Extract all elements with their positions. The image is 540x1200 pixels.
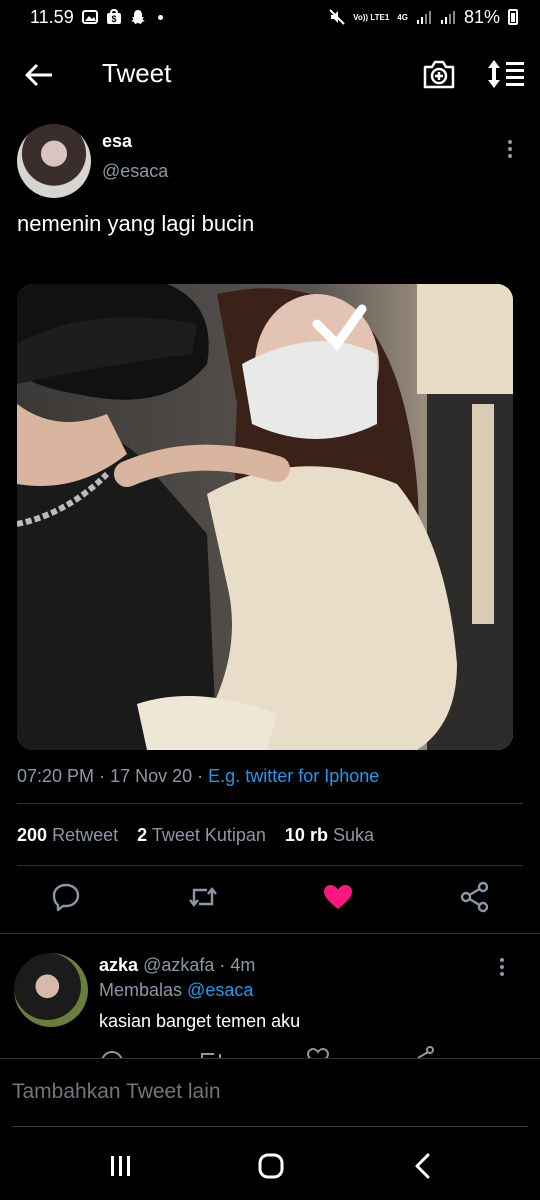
replying-mention-link[interactable]: @esaca bbox=[187, 980, 253, 1000]
battery-icon bbox=[508, 9, 518, 25]
status-time: 11.59 bbox=[30, 6, 74, 27]
reply-actions bbox=[0, 1046, 540, 1058]
network-type: 4G bbox=[397, 12, 408, 22]
quotes-count: 2 bbox=[137, 825, 148, 845]
camera-plus-icon[interactable] bbox=[422, 58, 456, 90]
reply-icon[interactable] bbox=[49, 880, 83, 914]
reply-time: · 4m bbox=[219, 955, 256, 975]
signal-icon bbox=[416, 11, 431, 24]
status-bar: 11.59 $ Vo)) LTE1 4G 81% bbox=[0, 0, 540, 34]
retweets-label: Retweet bbox=[52, 825, 119, 845]
likes-count: 10 rb bbox=[284, 825, 328, 845]
retweet-icon[interactable] bbox=[186, 880, 220, 914]
tweet-client-link[interactable]: E.g. twitter for Iphone bbox=[208, 766, 379, 786]
replying-to-line: Membalas @esaca bbox=[99, 980, 253, 1001]
likes-label: Suka bbox=[332, 825, 374, 845]
tweet-text: nemenin yang lagi bucin bbox=[17, 211, 255, 236]
system-nav-bar bbox=[0, 1128, 540, 1200]
author-handle[interactable]: @esaca bbox=[102, 161, 168, 182]
likes-stat[interactable]: 10 rb Suka bbox=[285, 825, 374, 845]
recent-apps-icon[interactable] bbox=[104, 1152, 138, 1180]
quotes-stat[interactable]: 2 Tweet Kutipan bbox=[137, 825, 266, 845]
gallery-notification-icon bbox=[81, 10, 98, 24]
status-left: 11.59 $ bbox=[30, 7, 163, 28]
divider bbox=[17, 865, 523, 866]
reply-more-options-icon[interactable] bbox=[492, 956, 512, 980]
share-icon[interactable] bbox=[458, 880, 492, 914]
tweet-actions bbox=[0, 880, 540, 920]
compose-input[interactable]: Tambahkan Tweet lain bbox=[12, 1080, 221, 1104]
retweets-stat[interactable]: 200 Retweet bbox=[17, 825, 118, 845]
back-icon[interactable] bbox=[406, 1152, 440, 1180]
meta-separator-2: · bbox=[197, 766, 204, 786]
divider bbox=[17, 803, 523, 804]
section-divider bbox=[0, 933, 540, 934]
tweet-time: 07:20 PM bbox=[17, 766, 95, 786]
replying-label: Membalas bbox=[99, 980, 183, 1000]
reply-author-handle[interactable]: @azkafa bbox=[143, 955, 214, 975]
battery-percent: 81% bbox=[463, 6, 500, 27]
tweet-date: 17 Nov 20 bbox=[110, 766, 193, 786]
retweets-count: 200 bbox=[17, 825, 48, 845]
home-icon[interactable] bbox=[254, 1152, 288, 1180]
snapchat-notification-icon bbox=[130, 10, 145, 24]
reply-text: kasian banget temen aku bbox=[99, 1011, 301, 1031]
author-name[interactable]: esa bbox=[102, 131, 132, 152]
reply-avatar[interactable] bbox=[14, 953, 88, 1027]
like-icon[interactable] bbox=[321, 880, 355, 914]
svg-text:$: $ bbox=[111, 14, 116, 24]
more-options-icon[interactable] bbox=[500, 138, 520, 162]
reply-actions-icons bbox=[101, 1046, 434, 1058]
photo-image bbox=[17, 284, 513, 750]
compose-underline bbox=[12, 1126, 528, 1127]
tweet-meta: 07:20 PM · 17 Nov 20 · E.g. twitter for … bbox=[17, 766, 379, 787]
shop-notification-icon: $ bbox=[106, 9, 121, 24]
sort-icon[interactable] bbox=[486, 58, 526, 90]
compose-divider bbox=[0, 1058, 540, 1059]
tweet-stats: 200 Retweet 2 Tweet Kutipan 10 rb Suka bbox=[17, 825, 374, 846]
more-notifications-dot-icon bbox=[157, 14, 163, 20]
reply-header: azka @azkafa · 4m bbox=[99, 955, 255, 976]
mute-icon bbox=[329, 9, 345, 25]
tweet-photo[interactable] bbox=[17, 284, 513, 750]
quotes-label: Tweet Kutipan bbox=[151, 825, 266, 845]
status-right: Vo)) LTE1 4G 81% bbox=[329, 7, 518, 28]
signal-2-icon bbox=[440, 11, 455, 24]
author-avatar[interactable] bbox=[17, 124, 91, 198]
volte-indicator: Vo)) LTE1 bbox=[353, 12, 390, 22]
back-arrow-icon[interactable] bbox=[22, 58, 56, 92]
page-title: Tweet bbox=[102, 58, 172, 88]
app-header: Tweet bbox=[0, 44, 540, 104]
meta-separator-1: · bbox=[99, 766, 106, 786]
reply-author-name[interactable]: azka bbox=[99, 955, 138, 975]
